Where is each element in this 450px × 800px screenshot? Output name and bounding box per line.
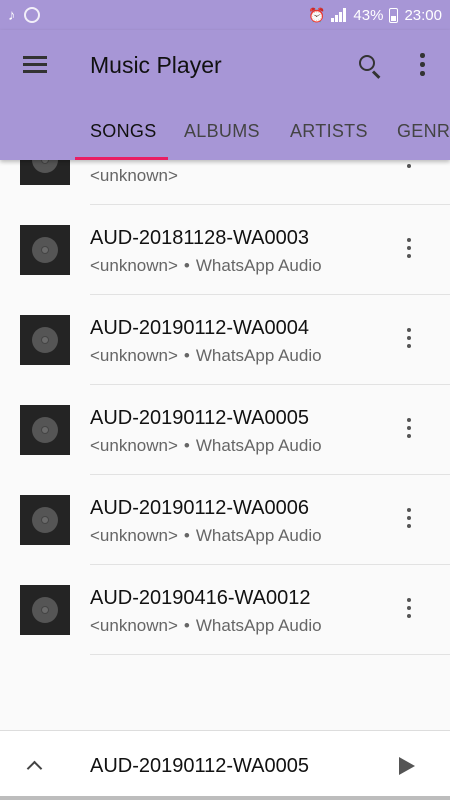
mini-player[interactable]: AUD-20190112-WA0005 <box>0 730 450 800</box>
song-more-icon[interactable] <box>402 418 416 442</box>
song-more-icon[interactable] <box>402 238 416 262</box>
song-subtitle: <unknown> • WhatsApp Audio <box>90 436 322 456</box>
song-title: AUD-20190112-WA0005 <box>90 407 310 429</box>
separator: • <box>183 526 190 545</box>
song-item[interactable]: AUD-20190416-WA0012 <unknown> • WhatsApp A… <box>0 565 450 655</box>
song-album: WhatsApp Audio <box>195 436 322 455</box>
song-title: AUD-20190112-WA0006 <box>90 497 310 519</box>
tab-genres[interactable]: GENRES <box>397 100 450 160</box>
song-album: WhatsApp Audio <box>195 526 322 545</box>
status-notifications: ♪ <box>8 7 40 24</box>
song-subtitle: <unknown> • WhatsApp Audio <box>90 256 322 276</box>
separator: • <box>183 436 190 455</box>
disc-icon <box>32 507 58 533</box>
song-subtitle: <unknown> • WhatsApp Audio <box>90 616 322 636</box>
app-title: Music Player <box>90 52 222 78</box>
app-bar: Music Player SONGS ALBUMS ARTISTS GENRES <box>0 30 450 160</box>
song-more-icon[interactable] <box>402 508 416 532</box>
song-more-icon[interactable] <box>402 328 416 352</box>
disc-icon <box>32 417 58 443</box>
play-icon[interactable] <box>399 757 415 775</box>
divider <box>90 654 450 655</box>
chevron-up-icon[interactable] <box>26 758 42 774</box>
song-item[interactable]: AUD-20190112-WA0005 <unknown> • WhatsApp A… <box>0 385 450 475</box>
now-playing-title: AUD-20190112-WA0005 <box>90 755 310 777</box>
song-artist: <unknown> <box>90 526 178 545</box>
tab-indicator <box>75 157 168 160</box>
song-album: WhatsApp Audio <box>195 346 322 365</box>
album-art <box>20 405 70 455</box>
album-art <box>20 225 70 275</box>
tab-artists[interactable]: ARTISTS <box>290 100 368 160</box>
song-album: WhatsApp Audio <box>195 256 322 275</box>
disc-icon <box>32 597 58 623</box>
song-item[interactable]: AUD-20190112-WA0004 <unknown> • WhatsApp A… <box>0 295 450 385</box>
song-item[interactable]: AUD-20190112-WA0006 <unknown> • WhatsApp A… <box>0 475 450 565</box>
song-subtitle: <unknown> • WhatsApp Audio <box>90 346 322 366</box>
tab-albums[interactable]: ALBUMS <box>184 100 260 160</box>
song-title: AUD-20181128-WA0003 <box>90 227 310 249</box>
song-album: WhatsApp Audio <box>195 616 322 635</box>
toolbar: Music Player <box>0 30 450 100</box>
battery-icon <box>389 7 399 23</box>
album-art <box>20 495 70 545</box>
clock: 23:00 <box>404 6 442 24</box>
menu-icon[interactable] <box>23 56 47 74</box>
song-title: AUD-20190416-WA0012 <box>90 587 311 609</box>
song-artist: <unknown> <box>90 346 178 365</box>
status-bar: ♪ ⏰ 43% 23:00 <box>0 0 450 30</box>
song-subtitle: <unknown> <box>90 166 178 186</box>
disc-icon <box>32 237 58 263</box>
search-icon[interactable] <box>357 53 383 79</box>
status-indicators: ⏰ 43% 23:00 <box>308 7 442 24</box>
song-artist: <unknown> <box>90 166 178 185</box>
tab-bar: SONGS ALBUMS ARTISTS GENRES <box>0 100 450 160</box>
song-item[interactable]: AUD-20181128-WA0003 <unknown> • WhatsApp A… <box>0 205 450 295</box>
song-list[interactable]: <unknown> AUD-20181128-WA0003 <unknown> •… <box>0 115 450 655</box>
song-subtitle: <unknown> • WhatsApp Audio <box>90 526 322 546</box>
song-artist: <unknown> <box>90 436 178 455</box>
song-artist: <unknown> <box>90 616 178 635</box>
battery-percent: 43% <box>353 6 384 24</box>
alarm-icon: ⏰ <box>307 6 326 23</box>
song-artist: <unknown> <box>90 256 178 275</box>
progress-bar <box>0 796 450 800</box>
sync-circle-icon <box>23 7 40 23</box>
album-art <box>20 315 70 365</box>
separator: • <box>183 346 190 365</box>
separator: • <box>183 616 190 635</box>
more-options-icon[interactable] <box>415 52 429 78</box>
signal-icon <box>331 8 347 22</box>
music-note-icon: ♪ <box>8 6 16 24</box>
tab-songs[interactable]: SONGS <box>90 100 157 160</box>
song-title: AUD-20190112-WA0004 <box>90 317 310 339</box>
song-more-icon[interactable] <box>402 598 416 622</box>
album-art <box>20 585 70 635</box>
separator: • <box>183 256 190 275</box>
disc-icon <box>32 327 58 353</box>
